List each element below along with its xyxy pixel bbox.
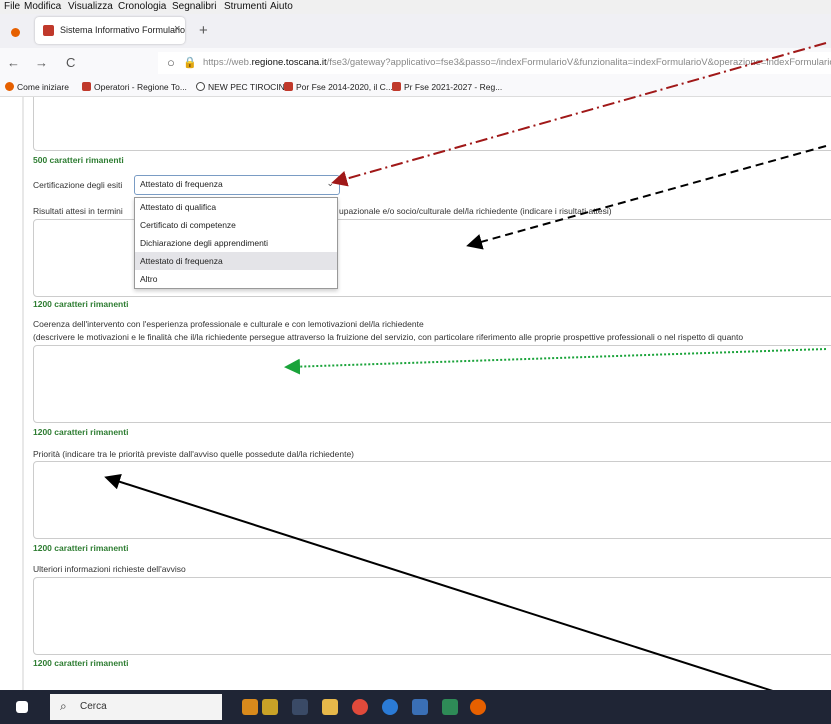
search-placeholder: Cerca — [80, 701, 107, 712]
weather-icon[interactable] — [242, 699, 258, 715]
black-dashed-arrow — [466, 145, 827, 250]
firefox-icon[interactable] — [470, 699, 486, 715]
taskbar-search[interactable]: ⌕ Cerca — [50, 694, 222, 720]
green-dotted-arrow — [284, 348, 827, 375]
red-arrow — [331, 42, 827, 187]
widget-icon[interactable] — [262, 699, 278, 715]
internet-explorer-icon[interactable] — [382, 699, 398, 715]
black-solid-arrow — [104, 474, 827, 709]
excel-icon[interactable] — [442, 699, 458, 715]
annotation-arrows — [104, 42, 827, 709]
chrome-icon[interactable] — [352, 699, 368, 715]
file-explorer-icon[interactable] — [322, 699, 338, 715]
search-icon: ⌕ — [60, 699, 67, 713]
taskbar: ⌕ Cerca — [0, 690, 831, 724]
windows-start-icon[interactable] — [16, 701, 28, 713]
task-view-icon[interactable] — [292, 699, 308, 715]
outlook-icon[interactable] — [412, 699, 428, 715]
